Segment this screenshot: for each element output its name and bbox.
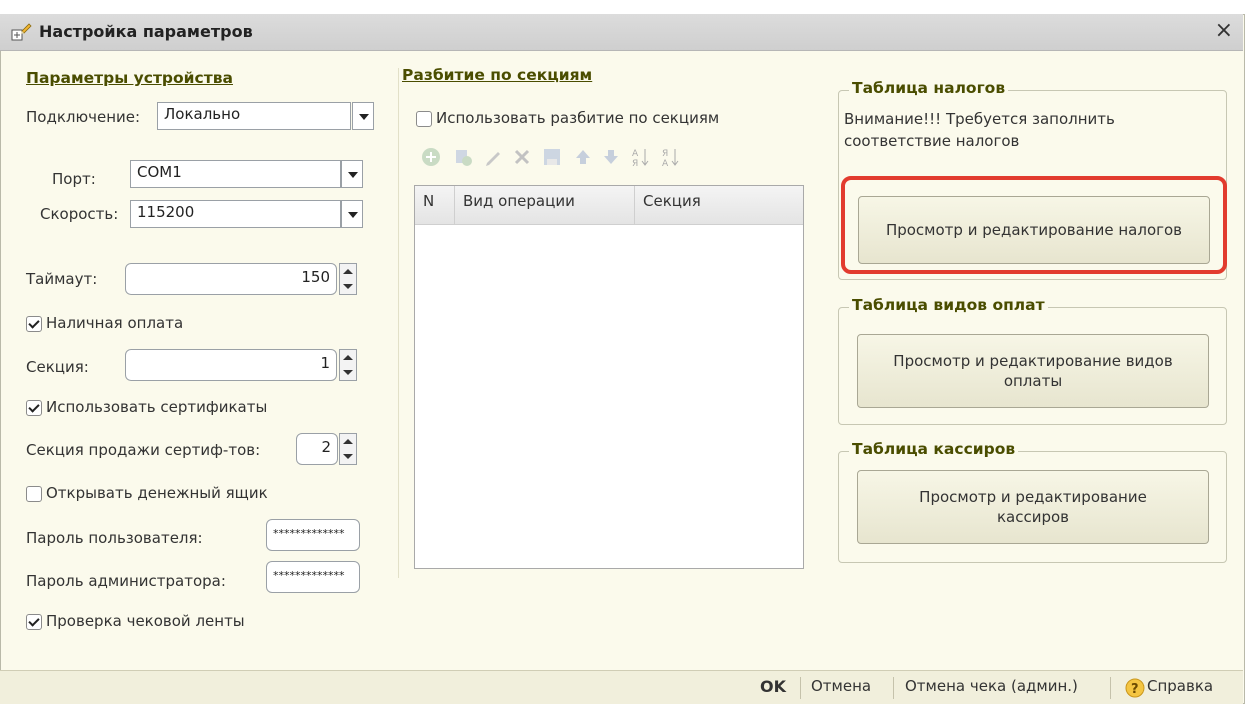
svg-text:Я: Я xyxy=(662,149,668,159)
dialog-footer: OK Отмена Отмена чека (админ.) ? Справка xyxy=(0,670,1243,704)
sections-table[interactable]: N Вид операции Секция xyxy=(414,185,804,569)
device-params-title: Параметры устройства xyxy=(26,69,233,87)
use-sections-checkbox[interactable] xyxy=(416,111,432,127)
ok-button[interactable]: OK xyxy=(760,677,786,696)
window-title: Настройка параметров xyxy=(39,22,253,41)
tax-table-title: Таблица налогов xyxy=(849,79,1009,97)
connection-dropdown-icon[interactable] xyxy=(352,102,374,130)
speed-select[interactable]: 115200 xyxy=(130,200,341,228)
port-select[interactable]: COM1 xyxy=(130,160,341,188)
footer-separator xyxy=(1110,677,1111,699)
copy-icon[interactable] xyxy=(452,146,474,168)
svg-text:Я: Я xyxy=(632,159,638,168)
edit-payment-types-button[interactable]: Просмотр и редактирование видов оплаты xyxy=(857,334,1209,408)
port-label: Порт: xyxy=(52,170,96,188)
cashiers-title: Таблица кассиров xyxy=(849,440,1019,458)
speed-dropdown-icon[interactable] xyxy=(341,200,363,228)
user-password-label: Пароль пользователя: xyxy=(26,529,203,547)
sort-desc-icon[interactable]: ЯA xyxy=(660,146,682,168)
svg-text:A: A xyxy=(662,159,669,168)
cert-section-label: Секция продажи сертиф-тов: xyxy=(26,441,261,459)
column-header-section[interactable]: Секция xyxy=(635,186,805,224)
settings-window-icon xyxy=(11,23,32,41)
help-button[interactable]: Справка xyxy=(1147,677,1213,695)
move-up-icon[interactable] xyxy=(572,146,594,168)
cash-payment-label: Наличная оплата xyxy=(46,314,184,332)
timeout-input[interactable]: 150 xyxy=(125,263,337,295)
sort-asc-icon[interactable]: AЯ xyxy=(630,146,652,168)
connection-select[interactable]: Локально xyxy=(157,102,351,130)
open-cash-drawer-label: Открывать денежный ящик xyxy=(46,484,268,502)
add-icon[interactable] xyxy=(420,146,442,168)
open-cash-drawer-checkbox[interactable] xyxy=(26,486,42,502)
connection-label: Подключение: xyxy=(26,108,141,126)
column-header-operation[interactable]: Вид операции xyxy=(455,186,635,224)
close-icon[interactable]: × xyxy=(1215,18,1233,43)
admin-password-label: Пароль администратора: xyxy=(26,572,226,590)
timeout-label: Таймаут: xyxy=(26,270,98,288)
edit-cashiers-button[interactable]: Просмотр и редактирование кассиров xyxy=(857,470,1209,544)
svg-text:?: ? xyxy=(1131,682,1139,697)
receipt-tape-check-label: Проверка чековой ленты xyxy=(46,612,245,630)
title-bar: Настройка параметров × xyxy=(0,14,1243,51)
sections-table-header: N Вид операции Секция xyxy=(415,186,803,225)
cash-payment-checkbox[interactable] xyxy=(26,316,42,332)
section-input[interactable]: 1 xyxy=(125,349,337,381)
timeout-spinner[interactable] xyxy=(339,263,357,295)
use-certificates-checkbox[interactable] xyxy=(26,400,42,416)
cancel-button[interactable]: Отмена xyxy=(811,677,871,695)
column-header-n[interactable]: N xyxy=(415,186,455,224)
column-divider xyxy=(398,68,399,578)
section-label: Секция: xyxy=(26,358,89,376)
use-sections-label: Использовать разбитие по секциям xyxy=(436,109,720,127)
footer-separator xyxy=(800,677,801,699)
speed-label: Скорость: xyxy=(40,205,119,223)
receipt-tape-check-checkbox[interactable] xyxy=(26,614,42,630)
cancel-receipt-button[interactable]: Отмена чека (админ.) xyxy=(905,677,1078,695)
footer-separator xyxy=(893,677,894,699)
section-spinner[interactable] xyxy=(339,349,357,381)
user-password-input[interactable]: ************* xyxy=(266,519,360,551)
tax-warning: Внимание!!! Требуется заполнить соответс… xyxy=(844,110,1115,150)
edit-icon[interactable] xyxy=(482,146,504,168)
port-dropdown-icon[interactable] xyxy=(341,160,363,188)
delete-icon[interactable] xyxy=(511,146,533,168)
cert-section-spinner[interactable] xyxy=(339,433,357,465)
top-strip xyxy=(0,0,1243,14)
sections-title: Разбитие по секциям xyxy=(402,66,593,84)
admin-password-input[interactable]: ************* xyxy=(266,561,360,593)
use-certificates-label: Использовать сертификаты xyxy=(46,398,268,416)
help-icon[interactable]: ? xyxy=(1125,678,1145,698)
save-icon[interactable] xyxy=(541,146,563,168)
highlight-box xyxy=(841,176,1227,274)
payment-types-title: Таблица видов оплат xyxy=(849,296,1048,314)
svg-text:A: A xyxy=(632,149,639,159)
move-down-icon[interactable] xyxy=(600,146,622,168)
cert-section-input[interactable]: 2 xyxy=(296,433,338,465)
